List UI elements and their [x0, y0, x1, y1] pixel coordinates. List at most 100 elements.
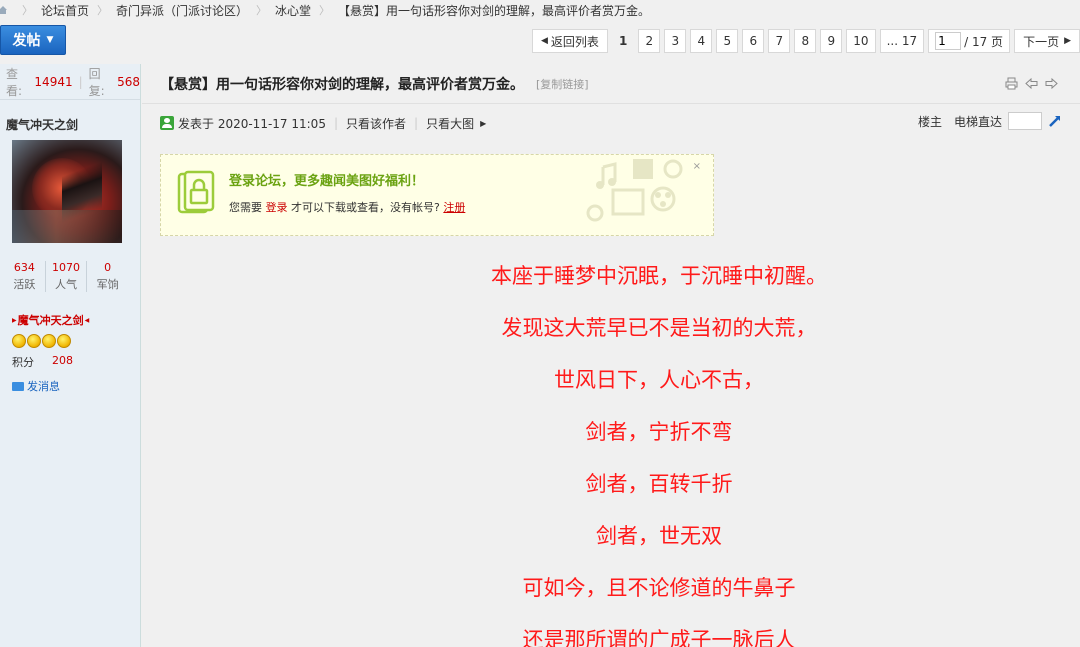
stat-pay[interactable]: 0 军饷	[87, 261, 128, 292]
stat-label: 人气	[55, 278, 77, 291]
triangle-right-icon: ▶	[480, 118, 487, 128]
page-button-last[interactable]: ... 17	[879, 29, 925, 53]
jump-arrow-icon[interactable]	[1048, 114, 1062, 128]
back-to-list-label: 返回列表	[550, 34, 599, 49]
home-icon[interactable]	[0, 5, 8, 15]
sun-badge-icon	[27, 334, 41, 348]
breadcrumb-forum-home[interactable]: 论坛首页	[41, 2, 89, 19]
stat-value: 634	[13, 261, 35, 274]
mail-icon	[12, 381, 24, 391]
page-button-6[interactable]: 6	[742, 29, 765, 53]
send-message-label: 发消息	[27, 380, 60, 393]
post-line: 可如今，且不论修道的牛鼻子	[522, 576, 796, 600]
stat-popularity[interactable]: 1070 人气	[46, 261, 88, 292]
stat-value: 0	[104, 261, 112, 274]
lock-icon	[177, 170, 215, 214]
login-prompt-box: 登录论坛，更多趣闻美图好福利！ 您需要 登录 才可以下载或查看，没有帐号? 注册…	[160, 154, 714, 236]
chevron-down-icon: ▼	[46, 35, 54, 45]
page-button-5[interactable]: 5	[716, 29, 739, 53]
previous-thread-icon[interactable]	[1024, 76, 1038, 90]
post-line: 剑者，宁折不弯	[585, 420, 733, 444]
meta-divider: |	[414, 116, 419, 130]
nickname: 魔气冲天之剑	[17, 314, 84, 327]
post-content: 本座于睡梦中沉眠，于沉睡中初醒。 发现这大荒早已不是当初的大荒， 世风日下，人心…	[142, 250, 1080, 647]
breadcrumb-separator: 〉	[22, 4, 33, 17]
score-value: 208	[52, 354, 73, 367]
thread-stats: 查看: 14941 | 回复: 568	[0, 64, 140, 100]
breadcrumb-separator: 〉	[256, 4, 268, 17]
post-title-row: 【悬赏】用一句话形容你对剑的理解，最高评价者赏万金。 [复制链接]	[142, 64, 1080, 104]
stat-label: 军饷	[96, 278, 119, 291]
chevron-right-icon: ▶	[1064, 36, 1071, 46]
views-label: 查看:	[6, 66, 23, 98]
breadcrumb-thread[interactable]: 【悬赏】用一句话形容你对剑的理解，最高评价者赏万金。	[338, 2, 650, 19]
sun-badge-icon	[12, 334, 26, 348]
stats-divider: |	[78, 74, 83, 89]
post-line: 剑者，百转千折	[585, 472, 733, 496]
title-tools	[1004, 76, 1058, 90]
post-button-label: 发帖	[12, 33, 41, 49]
post-main: 【悬赏】用一句话形容你对剑的理解，最高评价者赏万金。 [复制链接] 发表于 20…	[142, 64, 1080, 647]
page-button-1[interactable]: 1	[612, 29, 634, 53]
stat-label: 活跃	[13, 278, 36, 291]
sun-badge-icon	[57, 334, 71, 348]
meta-divider: |	[333, 116, 338, 130]
elevator-label: 电梯直达	[953, 114, 1002, 129]
total-pages-label: / 17 页	[964, 34, 1004, 49]
triangle-right-icon: ▶	[12, 316, 17, 324]
login-text-before: 您需要	[229, 201, 262, 214]
page-button-2[interactable]: 2	[638, 29, 661, 53]
post-meta-row: 发表于 2020-11-17 11:05 | 只看该作者 | 只看大图 ▶ 楼主…	[142, 104, 1080, 142]
breadcrumb-subforum[interactable]: 冰心堂	[275, 2, 311, 19]
post-line: 本座于睡梦中沉眠，于沉睡中初醒。	[491, 264, 827, 288]
page-button-10[interactable]: 10	[846, 29, 876, 53]
page-jump: / 17 页	[928, 29, 1011, 53]
login-text-middle: 才可以下载或查看，没有帐号?	[291, 201, 440, 214]
rank-badges	[12, 334, 140, 348]
back-to-list-button[interactable]: ◀ 返回列表	[532, 29, 608, 53]
copy-link-button[interactable]: [复制链接]	[536, 76, 589, 92]
next-page-button[interactable]: 下一页 ▶	[1014, 29, 1080, 53]
triangle-left-icon: ◀	[84, 316, 90, 324]
floor-tools: 楼主 电梯直达	[918, 112, 1062, 130]
page-button-9[interactable]: 9	[820, 29, 843, 53]
login-prompt-text: 您需要 登录 才可以下载或查看，没有帐号? 注册	[229, 199, 465, 215]
chevron-left-icon: ◀	[541, 36, 548, 46]
page-number-input[interactable]	[935, 32, 962, 50]
user-stats: 634 活跃 1070 人气 0 军饷	[4, 261, 128, 292]
breadcrumb: 〉 论坛首页 〉 奇门异派（门派讨论区） 〉 冰心堂 〉 【悬赏】用一句话形容你…	[0, 0, 1080, 20]
register-link[interactable]: 注册	[443, 201, 465, 214]
send-message-link[interactable]: 发消息	[12, 378, 140, 394]
post-line: 发现这大荒早已不是当初的大荒，	[501, 316, 817, 340]
author-name[interactable]: 魔气冲天之剑	[0, 100, 140, 140]
post-line: 世风日下，人心不古，	[554, 368, 764, 392]
only-author-link[interactable]: 只看该作者	[346, 115, 406, 132]
user-group-title: ▶ 魔气冲天之剑 ◀	[12, 312, 140, 328]
toolbar: 发帖 ▼ ◀ 返回列表 1 2 3 4 5 6 7 8 9 10 ... 17 …	[0, 24, 1080, 56]
only-images-link[interactable]: 只看大图	[426, 115, 474, 132]
sun-badge-icon	[42, 334, 56, 348]
next-page-label: 下一页	[1023, 34, 1060, 49]
post-button[interactable]: 发帖 ▼	[0, 25, 66, 55]
print-icon[interactable]	[1004, 76, 1018, 90]
next-thread-icon[interactable]	[1044, 76, 1058, 90]
breadcrumb-separator: 〉	[97, 4, 109, 17]
page-button-3[interactable]: 3	[664, 29, 687, 53]
page-button-8[interactable]: 8	[794, 29, 817, 53]
pagination: ◀ 返回列表 1 2 3 4 5 6 7 8 9 10 ... 17 / 17 …	[532, 29, 1080, 53]
breadcrumb-section[interactable]: 奇门异派（门派讨论区）	[116, 2, 248, 19]
page-button-4[interactable]: 4	[690, 29, 713, 53]
login-link[interactable]: 登录	[266, 201, 288, 214]
avatar[interactable]	[12, 140, 122, 243]
stat-value: 1070	[52, 261, 80, 274]
breadcrumb-separator: 〉	[319, 4, 331, 17]
posted-at: 发表于 2020-11-17 11:05	[178, 116, 326, 131]
page-button-7[interactable]: 7	[768, 29, 791, 53]
elevator-input[interactable]	[1008, 112, 1042, 130]
score-label: 积分	[12, 356, 34, 369]
post-line: 还是那所谓的广成子一脉后人	[522, 628, 796, 647]
media-decoration-icon	[586, 159, 683, 222]
stat-active[interactable]: 634 活跃	[4, 261, 46, 292]
views-count: 14941	[34, 74, 73, 89]
user-icon	[160, 116, 174, 130]
